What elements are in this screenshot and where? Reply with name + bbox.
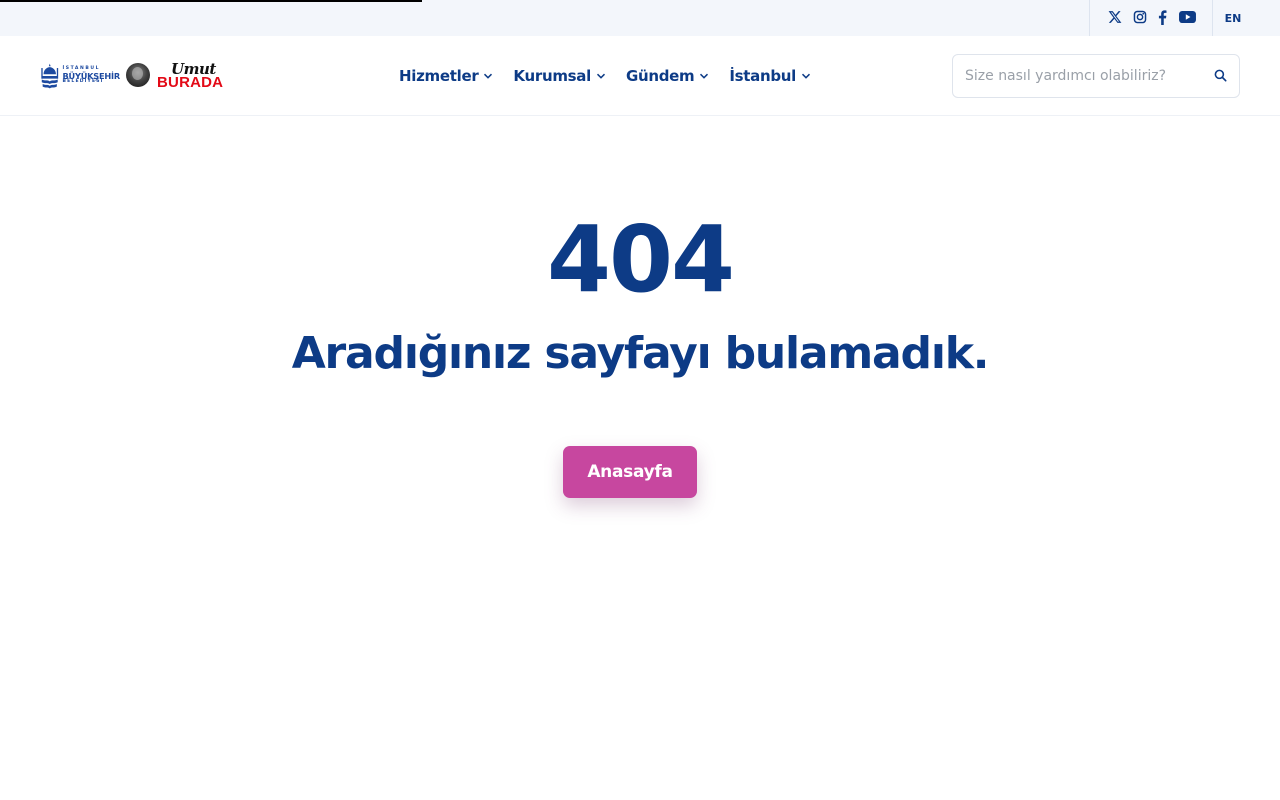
chevron-down-icon bbox=[596, 73, 605, 79]
error-code: 404 bbox=[546, 206, 735, 313]
ibb-emblem-icon bbox=[41, 63, 59, 89]
language-switch[interactable]: EN bbox=[1213, 0, 1253, 36]
main-nav: Hizmetler Kurumsal Gündem İstanbul bbox=[399, 64, 811, 88]
nav-item-label: Kurumsal bbox=[513, 67, 591, 85]
search-input[interactable] bbox=[965, 55, 1205, 97]
error-message: Aradığınız sayfayı bulamadık. bbox=[291, 328, 990, 379]
nav-item-label: İstanbul bbox=[729, 67, 797, 85]
nav-item-label: Hizmetler bbox=[399, 67, 479, 85]
chevron-down-icon bbox=[484, 73, 493, 79]
search-box bbox=[952, 54, 1240, 98]
nav-item-istanbul[interactable]: İstanbul bbox=[729, 67, 811, 85]
umut-burada-logo[interactable]: Umut BURADA bbox=[157, 60, 224, 91]
search-icon[interactable] bbox=[1214, 69, 1227, 82]
nav-item-hizmetler[interactable]: Hizmetler bbox=[399, 67, 493, 85]
nav-item-gundem[interactable]: Gündem bbox=[626, 67, 709, 85]
ataturk-portrait bbox=[126, 63, 150, 87]
social-links bbox=[1089, 0, 1213, 36]
home-button[interactable]: Anasayfa bbox=[563, 446, 697, 498]
facebook-icon[interactable] bbox=[1156, 9, 1168, 25]
site-header: İSTANBUL BÜYÜKŞEHİR BELEDİYESİ Umut BURA… bbox=[0, 36, 1280, 116]
nav-item-kurumsal[interactable]: Kurumsal bbox=[513, 67, 606, 85]
page-loading-bar bbox=[0, 0, 422, 2]
x-twitter-icon[interactable] bbox=[1107, 9, 1123, 25]
instagram-icon[interactable] bbox=[1132, 9, 1148, 25]
ibb-wordmark: İSTANBUL BÜYÜKŞEHİR BELEDİYESİ bbox=[62, 67, 120, 84]
top-utility-bar: EN bbox=[0, 0, 1280, 36]
campaign-word: BURADA bbox=[157, 74, 224, 91]
chevron-down-icon bbox=[802, 73, 811, 79]
chevron-down-icon bbox=[700, 73, 709, 79]
ibb-logo[interactable]: İSTANBUL BÜYÜKŞEHİR BELEDİYESİ bbox=[40, 60, 120, 92]
nav-item-label: Gündem bbox=[625, 67, 695, 85]
youtube-icon[interactable] bbox=[1178, 9, 1196, 25]
